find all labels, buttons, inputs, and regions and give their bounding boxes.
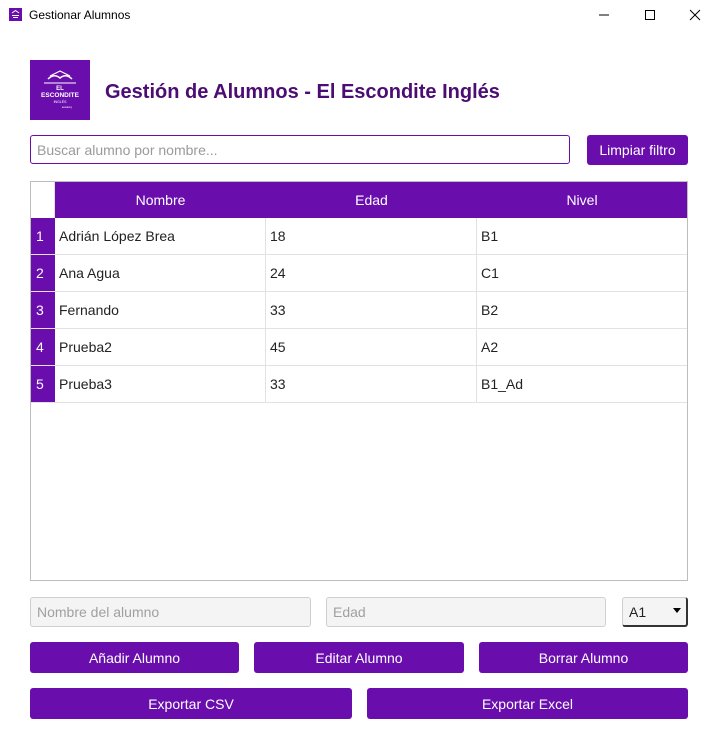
table-header: Nombre Edad Nivel (55, 182, 687, 218)
close-button[interactable] (672, 0, 718, 30)
table-row[interactable]: 4 Prueba2 45 A2 (31, 329, 687, 366)
svg-text:ESCONDITE: ESCONDITE (41, 92, 80, 99)
title-bar: Gestionar Alumnos (0, 0, 718, 30)
row-number: 2 (31, 255, 55, 291)
cell-name[interactable]: Adrián López Brea (55, 218, 266, 254)
level-select-value: A1 (629, 603, 647, 620)
clear-filter-button[interactable]: Limpiar filtro (587, 135, 688, 165)
export-csv-button[interactable]: Exportar CSV (30, 688, 352, 719)
minimize-icon (599, 14, 609, 16)
student-age-field[interactable] (326, 597, 606, 627)
cell-name[interactable]: Prueba3 (55, 366, 266, 402)
school-logo: EL ESCONDITE INGLÉS academy (30, 60, 90, 120)
maximize-icon (645, 10, 655, 20)
cell-name[interactable]: Ana Agua (55, 255, 266, 291)
cell-level[interactable]: C1 (477, 255, 687, 291)
maximize-button[interactable] (627, 0, 673, 30)
search-input[interactable] (30, 135, 570, 164)
cell-age[interactable]: 33 (266, 366, 477, 402)
table-row[interactable]: 3 Fernando 33 B2 (31, 292, 687, 329)
window-title: Gestionar Alumnos (29, 8, 131, 22)
row-number: 5 (31, 366, 55, 402)
cell-level[interactable]: B1_Ad (477, 366, 687, 402)
row-number: 4 (31, 329, 55, 365)
students-table: Nombre Edad Nivel 1 Adrián López Brea 18… (30, 181, 688, 581)
table-corner (31, 182, 55, 218)
table-row[interactable]: 2 Ana Agua 24 C1 (31, 255, 687, 292)
add-student-button[interactable]: Añadir Alumno (30, 642, 239, 673)
cell-age[interactable]: 18 (266, 218, 477, 254)
column-header-name[interactable]: Nombre (55, 182, 266, 218)
table-row[interactable]: 5 Prueba3 33 B1_Ad (31, 366, 687, 403)
export-excel-button[interactable]: Exportar Excel (367, 688, 688, 719)
app-icon (9, 8, 22, 21)
table-body: 1 Adrián López Brea 18 B1 2 Ana Agua 24 … (31, 218, 687, 403)
close-icon (689, 9, 701, 21)
cell-name[interactable]: Prueba2 (55, 329, 266, 365)
cell-level[interactable]: B1 (477, 218, 687, 254)
svg-text:academy: academy (62, 106, 73, 109)
cell-level[interactable]: A2 (477, 329, 687, 365)
cell-name[interactable]: Fernando (55, 292, 266, 328)
cell-age[interactable]: 24 (266, 255, 477, 291)
cell-age[interactable]: 45 (266, 329, 477, 365)
level-select[interactable]: A1 (622, 597, 688, 627)
edit-student-button[interactable]: Editar Alumno (254, 642, 464, 673)
chevron-down-icon (673, 608, 681, 613)
minimize-button[interactable] (581, 0, 627, 30)
page-title: Gestión de Alumnos - El Escondite Inglés (105, 81, 500, 103)
cell-level[interactable]: B2 (477, 292, 687, 328)
student-name-field[interactable] (30, 597, 311, 627)
delete-student-button[interactable]: Borrar Alumno (479, 642, 688, 673)
row-number: 3 (31, 292, 55, 328)
column-header-age[interactable]: Edad (266, 182, 477, 218)
row-number: 1 (31, 218, 55, 254)
cell-age[interactable]: 33 (266, 292, 477, 328)
table-row[interactable]: 1 Adrián López Brea 18 B1 (31, 218, 687, 255)
svg-text:INGLÉS: INGLÉS (54, 99, 68, 104)
column-header-level[interactable]: Nivel (477, 182, 687, 218)
